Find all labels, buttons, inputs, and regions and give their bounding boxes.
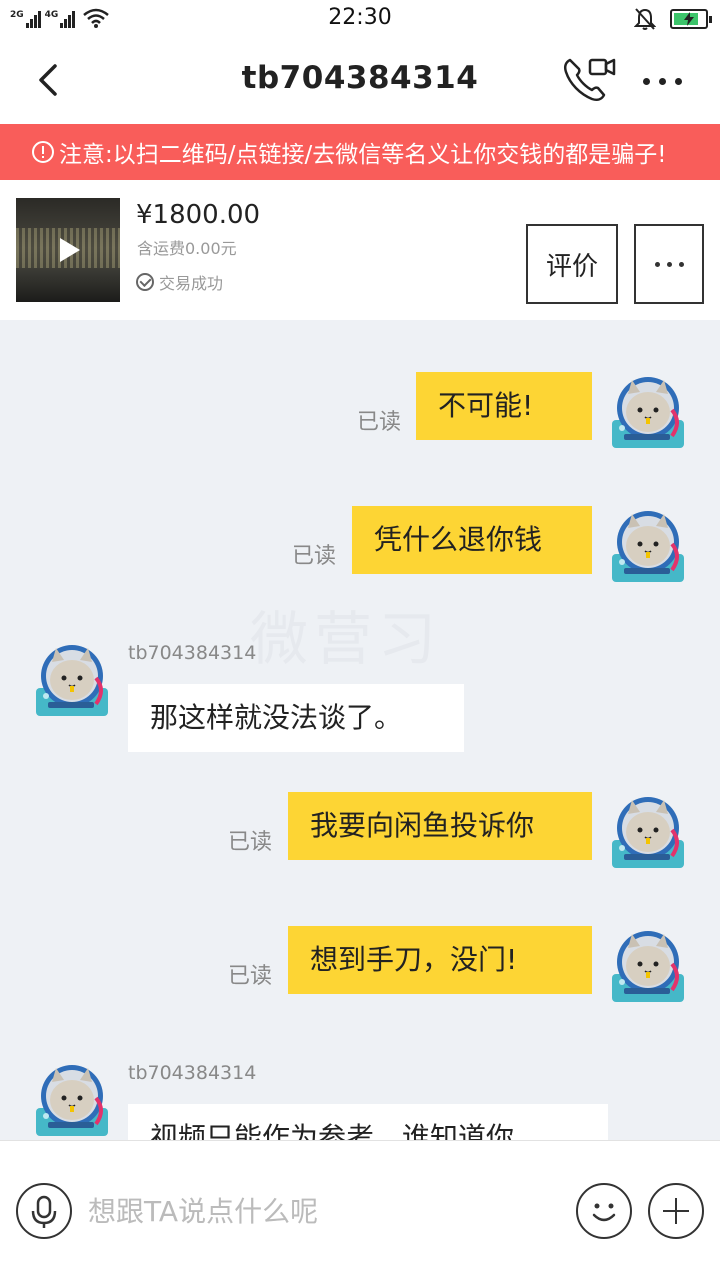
battery-icon xyxy=(670,9,712,29)
warning-icon xyxy=(32,141,54,163)
emoji-button[interactable] xyxy=(576,1183,632,1239)
bell-off-icon xyxy=(634,8,656,30)
more-icon xyxy=(654,261,660,267)
message-input[interactable] xyxy=(88,1189,558,1233)
read-receipt: 已读 xyxy=(292,544,337,569)
sender-name: tb704384314 xyxy=(128,1062,257,1084)
message-bubble-received[interactable]: 视频只能作为参考，谁知道你 xyxy=(128,1104,608,1140)
message-bubble-received[interactable]: 那这样就没法谈了。 xyxy=(128,684,464,752)
status-bar: 2G 4G 22:30 xyxy=(0,0,720,38)
item-card: ¥1800.00 含运费0.00元 交易成功 评价 xyxy=(0,180,720,320)
avatar[interactable] xyxy=(608,372,688,452)
rate-button[interactable]: 评价 xyxy=(526,224,618,304)
item-more-button[interactable] xyxy=(634,224,704,304)
call-button[interactable] xyxy=(560,52,620,108)
avatar[interactable] xyxy=(608,506,688,586)
input-bar xyxy=(0,1140,720,1280)
avatar[interactable] xyxy=(608,792,688,872)
fraud-warning-banner: 注意:以扫二维码/点链接/去微信等名义让你交钱的都是骗子! xyxy=(0,124,720,180)
message-bubble-sent[interactable]: 我要向闲鱼投诉你 xyxy=(288,792,592,860)
warning-text: 注意:以扫二维码/点链接/去微信等名义让你交钱的都是骗子! xyxy=(59,142,667,168)
item-video-thumbnail[interactable] xyxy=(16,198,120,302)
item-status-text: 交易成功 xyxy=(159,274,224,293)
read-receipt: 已读 xyxy=(228,830,273,855)
back-icon xyxy=(39,64,57,96)
more-options-button[interactable] xyxy=(636,64,688,98)
read-receipt: 已读 xyxy=(228,964,273,989)
message-bubble-sent[interactable]: 想到手刀，没门! xyxy=(288,926,592,994)
more-icon xyxy=(642,77,650,85)
emoji-icon xyxy=(592,1203,616,1222)
chat-header: tb704384314 xyxy=(0,38,720,124)
status-right xyxy=(634,7,712,31)
back-button[interactable] xyxy=(30,60,70,100)
chat-area[interactable]: 微营习 已读 不可能! 已读 凭什么退你钱 tb704384314 那这样就没法… xyxy=(0,320,720,1140)
sender-name: tb704384314 xyxy=(128,642,257,664)
play-icon xyxy=(60,238,80,262)
watermark: 微营习 xyxy=(250,605,443,673)
plus-button[interactable] xyxy=(648,1183,704,1239)
item-shipping: 含运费0.00元 xyxy=(137,239,237,258)
avatar[interactable] xyxy=(32,640,112,720)
page-title: tb704384314 xyxy=(241,60,479,96)
avatar[interactable] xyxy=(608,926,688,1006)
phone-video-icon xyxy=(563,58,616,102)
status-time: 22:30 xyxy=(328,5,392,30)
message-bubble-sent[interactable]: 不可能! xyxy=(416,372,592,440)
avatar[interactable] xyxy=(32,1060,112,1140)
read-receipt: 已读 xyxy=(357,410,402,435)
check-circle-icon xyxy=(136,273,154,291)
mic-icon xyxy=(31,1195,57,1228)
item-price: ¥1800.00 xyxy=(136,200,261,230)
message-bubble-sent[interactable]: 凭什么退你钱 xyxy=(352,506,592,574)
item-status: 交易成功 xyxy=(136,270,223,294)
voice-button[interactable] xyxy=(16,1183,72,1239)
